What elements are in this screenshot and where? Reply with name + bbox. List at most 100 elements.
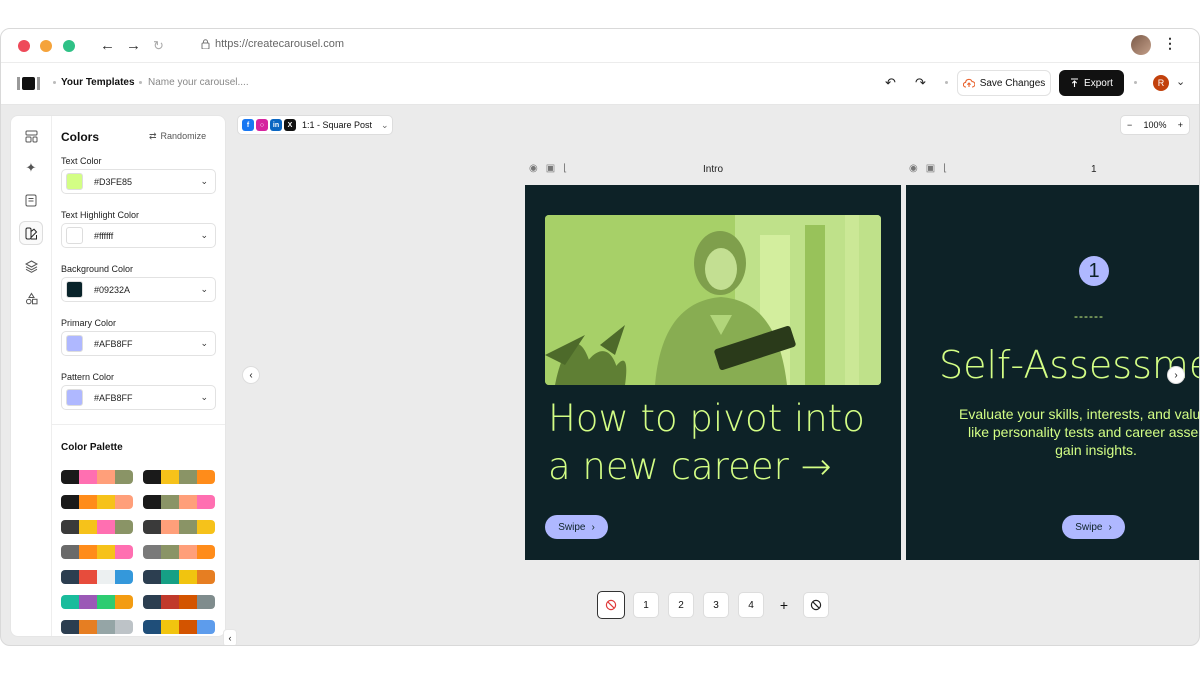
swipe-button[interactable]: Swipe › bbox=[545, 515, 608, 539]
pager-slide-4[interactable]: 4 bbox=[738, 592, 764, 618]
text-color-swatch[interactable] bbox=[66, 173, 83, 190]
primary-color-swatch[interactable] bbox=[66, 335, 83, 352]
format-select[interactable]: f ○ in X 1:1 - Square Post ⌄ bbox=[237, 115, 393, 135]
minimize-window-dot[interactable] bbox=[40, 40, 52, 52]
text-highlight-color-swatch[interactable] bbox=[66, 227, 83, 244]
sparkles-icon[interactable]: ✦ bbox=[19, 156, 43, 180]
palette-swatch-11[interactable] bbox=[61, 595, 133, 609]
pager-intro-slide[interactable] bbox=[597, 591, 625, 619]
cloud-upload-icon bbox=[962, 78, 975, 88]
palette-swatch-4[interactable] bbox=[143, 495, 215, 509]
pager-slide-1[interactable]: 1 bbox=[633, 592, 659, 618]
sliders-icon[interactable]: ⌊ bbox=[563, 163, 567, 174]
eye-icon[interactable]: ◉ bbox=[909, 163, 918, 174]
primary-color-value: #AFB8FF bbox=[94, 338, 133, 349]
image-icon[interactable]: ▣ bbox=[546, 163, 555, 174]
your-templates-link[interactable]: Your Templates bbox=[61, 77, 135, 88]
palette-swatch-13[interactable] bbox=[61, 620, 133, 634]
pattern-color-value: #AFB8FF bbox=[94, 392, 133, 403]
palette-color bbox=[197, 620, 215, 634]
zoom-out-button[interactable]: − bbox=[1127, 120, 1132, 130]
pattern-color-label: Pattern Color bbox=[61, 372, 115, 382]
pattern-color-swatch[interactable] bbox=[66, 389, 83, 406]
text-color-select[interactable]: #D3FE85 ⌄ bbox=[61, 169, 216, 194]
layers-icon[interactable] bbox=[19, 254, 43, 278]
slide-photo[interactable] bbox=[545, 215, 881, 385]
carousel-name-input[interactable]: Name your carousel.... bbox=[148, 77, 249, 88]
maximize-window-dot[interactable] bbox=[63, 40, 75, 52]
palette-color bbox=[97, 470, 115, 484]
palette-color bbox=[179, 495, 197, 509]
undo-icon[interactable]: ↶ bbox=[885, 75, 896, 91]
palette-swatch-12[interactable] bbox=[143, 595, 215, 609]
redo-icon[interactable]: ↷ bbox=[915, 75, 926, 91]
zoom-in-button[interactable]: + bbox=[1178, 120, 1183, 130]
collapse-panel-button[interactable]: ‹ bbox=[223, 629, 237, 645]
pager-slide-2[interactable]: 2 bbox=[668, 592, 694, 618]
palette-color bbox=[115, 570, 133, 584]
palette-color bbox=[61, 595, 79, 609]
address-bar[interactable]: https://createcarousel.com bbox=[201, 38, 344, 50]
palette-swatch-14[interactable] bbox=[143, 620, 215, 634]
palette-color bbox=[197, 520, 215, 534]
palette-color bbox=[161, 520, 179, 534]
forward-arrow-icon[interactable]: → bbox=[126, 37, 141, 54]
chevron-right-icon: › bbox=[1174, 369, 1178, 381]
pager-slide-3[interactable]: 3 bbox=[703, 592, 729, 618]
reload-icon[interactable]: ↻ bbox=[153, 38, 164, 54]
colors-title: Colors bbox=[61, 130, 100, 144]
pattern-color-select[interactable]: #AFB8FF ⌄ bbox=[61, 385, 216, 410]
palette-color bbox=[115, 620, 133, 634]
text-highlight-color-value: #ffffff bbox=[94, 230, 114, 241]
woman-with-tablet-image bbox=[545, 215, 881, 385]
palette-icon[interactable] bbox=[19, 221, 43, 245]
slide-intro[interactable]: How to pivot into a new career → Swipe › bbox=[525, 185, 901, 560]
text-highlight-color-select[interactable]: #ffffff ⌄ bbox=[61, 223, 216, 248]
palette-swatch-10[interactable] bbox=[143, 570, 215, 584]
text-highlight-color-label: Text Highlight Color bbox=[61, 210, 140, 220]
palette-swatch-5[interactable] bbox=[61, 520, 133, 534]
palette-color bbox=[97, 570, 115, 584]
pager-outro-slide[interactable] bbox=[803, 592, 829, 618]
primary-color-select[interactable]: #AFB8FF ⌄ bbox=[61, 331, 216, 356]
swipe-button[interactable]: Swipe › bbox=[1062, 515, 1125, 539]
add-slide-button[interactable]: + bbox=[771, 592, 797, 618]
palette-color bbox=[79, 545, 97, 559]
body-line-3: gain insights. bbox=[1055, 442, 1137, 458]
header-separator bbox=[139, 81, 142, 84]
palette-swatch-9[interactable] bbox=[61, 570, 133, 584]
layout-icon[interactable] bbox=[19, 124, 43, 148]
background-color-value: #09232A bbox=[94, 284, 131, 295]
browser-profile-avatar[interactable] bbox=[1131, 35, 1151, 55]
close-window-dot[interactable] bbox=[18, 40, 30, 52]
image-icon[interactable]: ▣ bbox=[926, 163, 935, 174]
background-color-swatch[interactable] bbox=[66, 281, 83, 298]
content-icon[interactable] bbox=[19, 188, 43, 212]
previous-slide-button[interactable]: ‹ bbox=[242, 366, 260, 384]
slide-1[interactable]: 1 ------ Self-Assessme Evaluate your ski… bbox=[906, 185, 1199, 560]
shapes-icon[interactable] bbox=[19, 286, 43, 310]
export-button[interactable]: Export bbox=[1059, 70, 1124, 96]
user-avatar[interactable]: R bbox=[1153, 75, 1169, 91]
palette-swatch-8[interactable] bbox=[143, 545, 215, 559]
eye-icon[interactable]: ◉ bbox=[529, 163, 538, 174]
palette-swatch-2[interactable] bbox=[143, 470, 215, 484]
background-color-select[interactable]: #09232A ⌄ bbox=[61, 277, 216, 302]
palette-swatch-6[interactable] bbox=[143, 520, 215, 534]
app-logo[interactable] bbox=[17, 77, 41, 90]
browser-menu-icon[interactable]: ⋮ bbox=[1163, 35, 1177, 52]
palette-color bbox=[197, 595, 215, 609]
palette-swatch-7[interactable] bbox=[61, 545, 133, 559]
next-slide-button[interactable]: › bbox=[1167, 366, 1185, 384]
shuffle-icon: ⇄ bbox=[149, 131, 157, 141]
palette-swatch-1[interactable] bbox=[61, 470, 133, 484]
save-changes-button[interactable]: Save Changes bbox=[957, 70, 1051, 96]
save-changes-label: Save Changes bbox=[979, 77, 1046, 89]
palette-color bbox=[143, 520, 161, 534]
palette-swatch-3[interactable] bbox=[61, 495, 133, 509]
randomize-button[interactable]: ⇄ Randomize bbox=[149, 131, 206, 142]
x-icon: X bbox=[284, 119, 296, 131]
chevron-down-icon[interactable]: ⌄ bbox=[1176, 75, 1185, 88]
sliders-icon[interactable]: ⌊ bbox=[943, 163, 947, 174]
back-arrow-icon[interactable]: ← bbox=[100, 37, 115, 54]
